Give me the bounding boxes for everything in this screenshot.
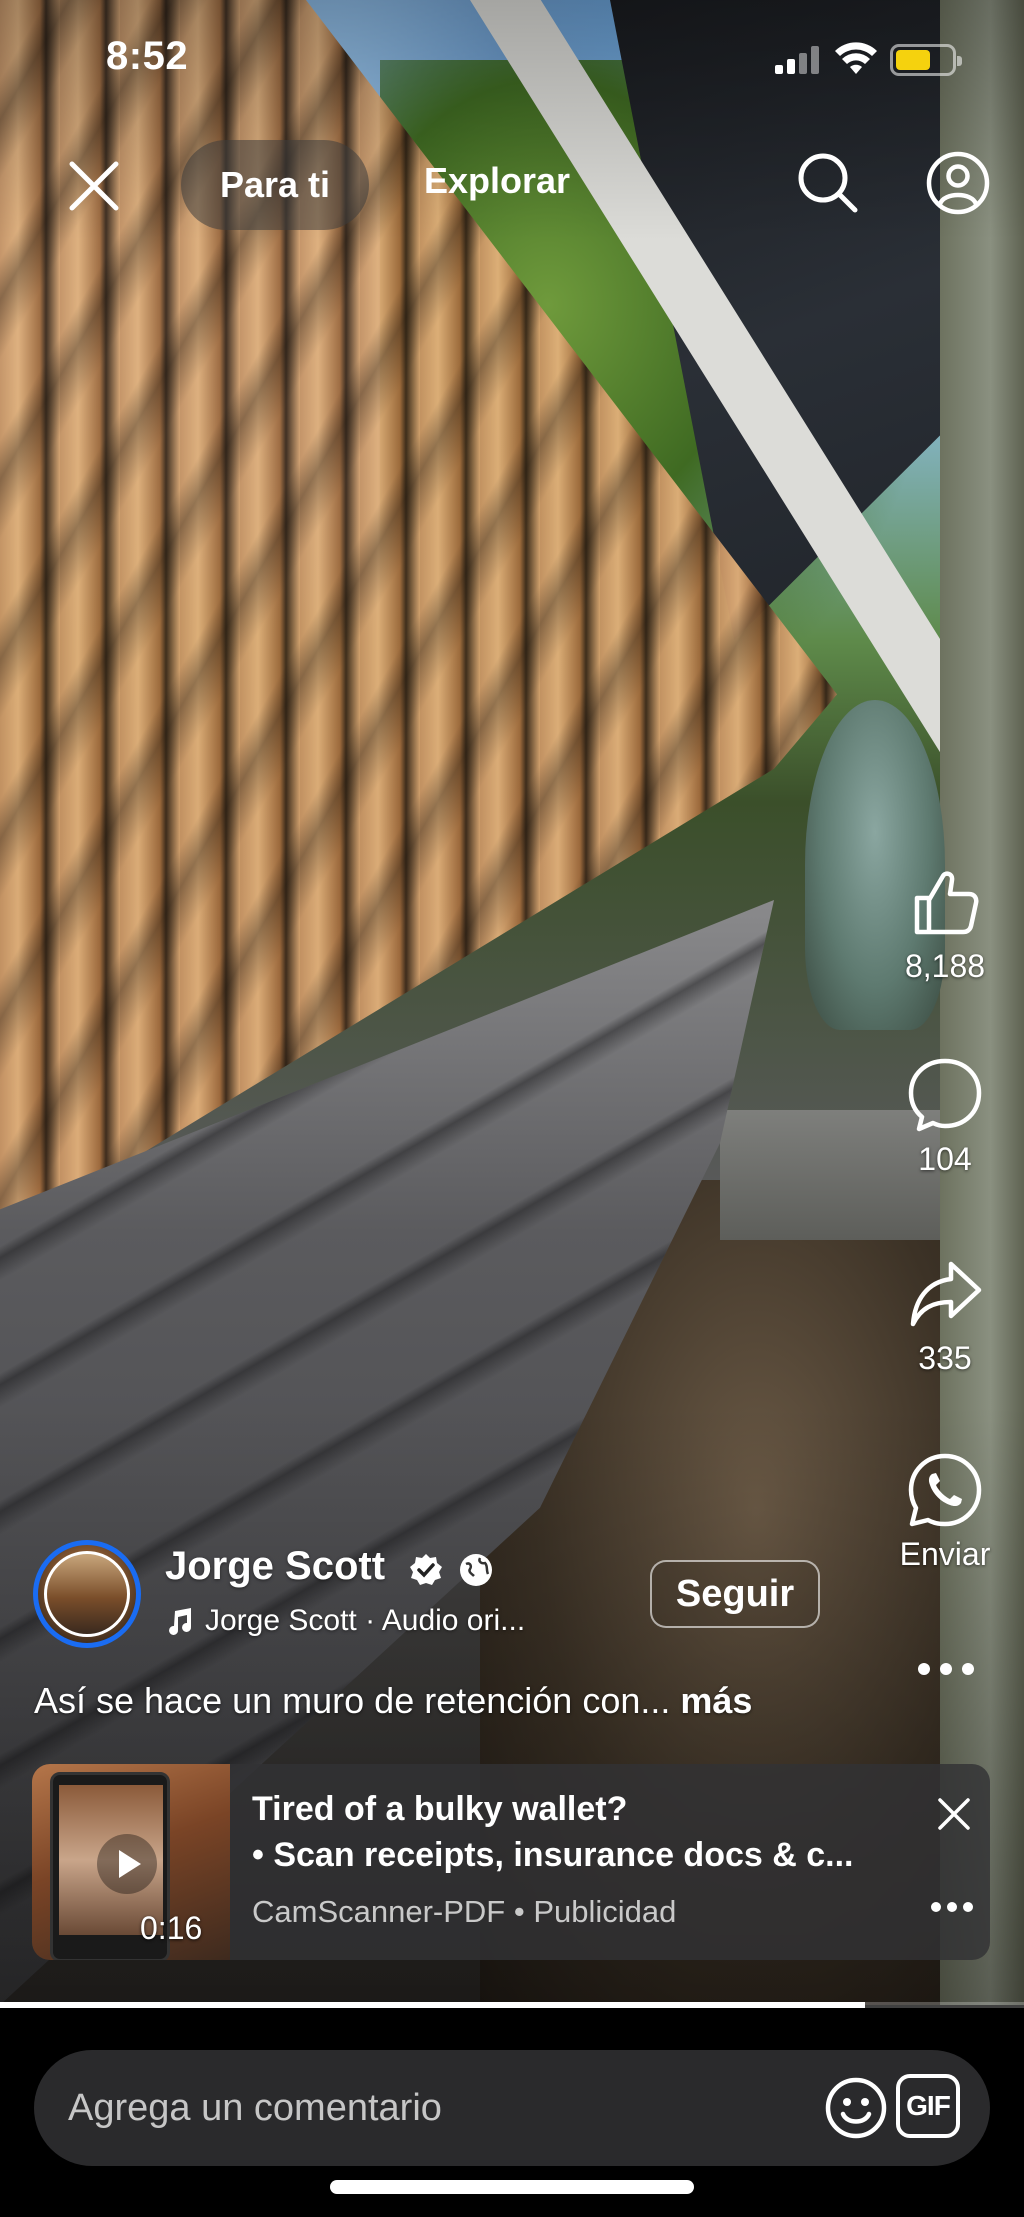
send-button[interactable]: Enviar <box>880 1450 1010 1573</box>
like-count: 8,188 <box>904 948 986 984</box>
share-arrow-icon <box>910 1261 982 1327</box>
tab-label: Para ti <box>219 164 331 205</box>
audio-label: Jorge Scott · Audio ori... <box>205 1604 526 1637</box>
profile-icon[interactable] <box>925 150 991 216</box>
share-button[interactable]: 335 <box>880 1254 1010 1377</box>
whatsapp-icon <box>908 1453 982 1527</box>
comment-input[interactable] <box>68 2050 768 2166</box>
home-indicator[interactable] <box>330 2180 694 2194</box>
post-caption[interactable]: Así se hace un muro de retención con... … <box>34 1680 752 1722</box>
battery-icon <box>890 44 962 76</box>
ad-advertiser: CamScanner-PDF <box>252 1894 506 1929</box>
comment-bubble-icon <box>908 1058 982 1132</box>
ad-subtitle: • Scan receipts, insurance docs & c... <box>252 1836 854 1874</box>
ad-duration: 0:16 <box>140 1910 203 1946</box>
audio-info[interactable]: Jorge Scott · Audio ori... <box>165 1604 525 1638</box>
close-icon[interactable] <box>936 1796 972 1832</box>
follow-button[interactable]: Seguir <box>650 1560 820 1628</box>
cellular-signal-icon <box>775 46 821 74</box>
tab-para-ti[interactable]: Para ti <box>181 140 369 230</box>
status-bar: 8:52 <box>0 0 1024 110</box>
status-time: 8:52 <box>106 34 189 78</box>
ad-title: Tired of a bulky wallet? <box>252 1790 628 1828</box>
caption-text: Así se hace un muro de retención con... <box>34 1680 671 1721</box>
author-avatar[interactable] <box>33 1540 141 1648</box>
more-dots-icon[interactable] <box>922 1892 982 1922</box>
author-name[interactable]: Jorge Scott <box>165 1544 385 1589</box>
comment-bar: GIF <box>34 2050 990 2166</box>
wifi-icon <box>835 42 877 74</box>
send-label: Enviar <box>899 1536 991 1572</box>
more-dots-icon[interactable] <box>915 1658 977 1680</box>
ad-separator: • <box>513 1894 534 1929</box>
music-note-icon <box>169 1608 192 1635</box>
play-icon[interactable] <box>97 1834 157 1894</box>
close-icon[interactable] <box>64 156 124 216</box>
ad-sponsored-label: Publicidad <box>533 1894 677 1929</box>
verified-badge-icon <box>410 1554 442 1585</box>
globe-icon <box>460 1554 492 1586</box>
caption-more-link[interactable]: más <box>680 1680 752 1721</box>
thumbs-up-icon <box>914 871 979 935</box>
ad-meta: CamScanner-PDF • Publicidad <box>252 1894 676 1930</box>
comment-button[interactable]: 104 <box>880 1055 1010 1178</box>
tab-explorar[interactable]: Explorar <box>424 160 570 202</box>
gif-button[interactable]: GIF <box>896 2074 960 2138</box>
share-count: 335 <box>918 1340 972 1376</box>
like-button[interactable]: 8,188 <box>880 862 1010 985</box>
comment-count: 104 <box>918 1141 972 1177</box>
sponsored-ad-card[interactable]: 0:16 Tired of a bulky wallet? • Scan rec… <box>32 1764 990 1960</box>
search-icon[interactable] <box>795 150 861 216</box>
emoji-icon[interactable] <box>824 2076 888 2140</box>
ad-video-thumbnail[interactable]: 0:16 <box>32 1764 230 1960</box>
